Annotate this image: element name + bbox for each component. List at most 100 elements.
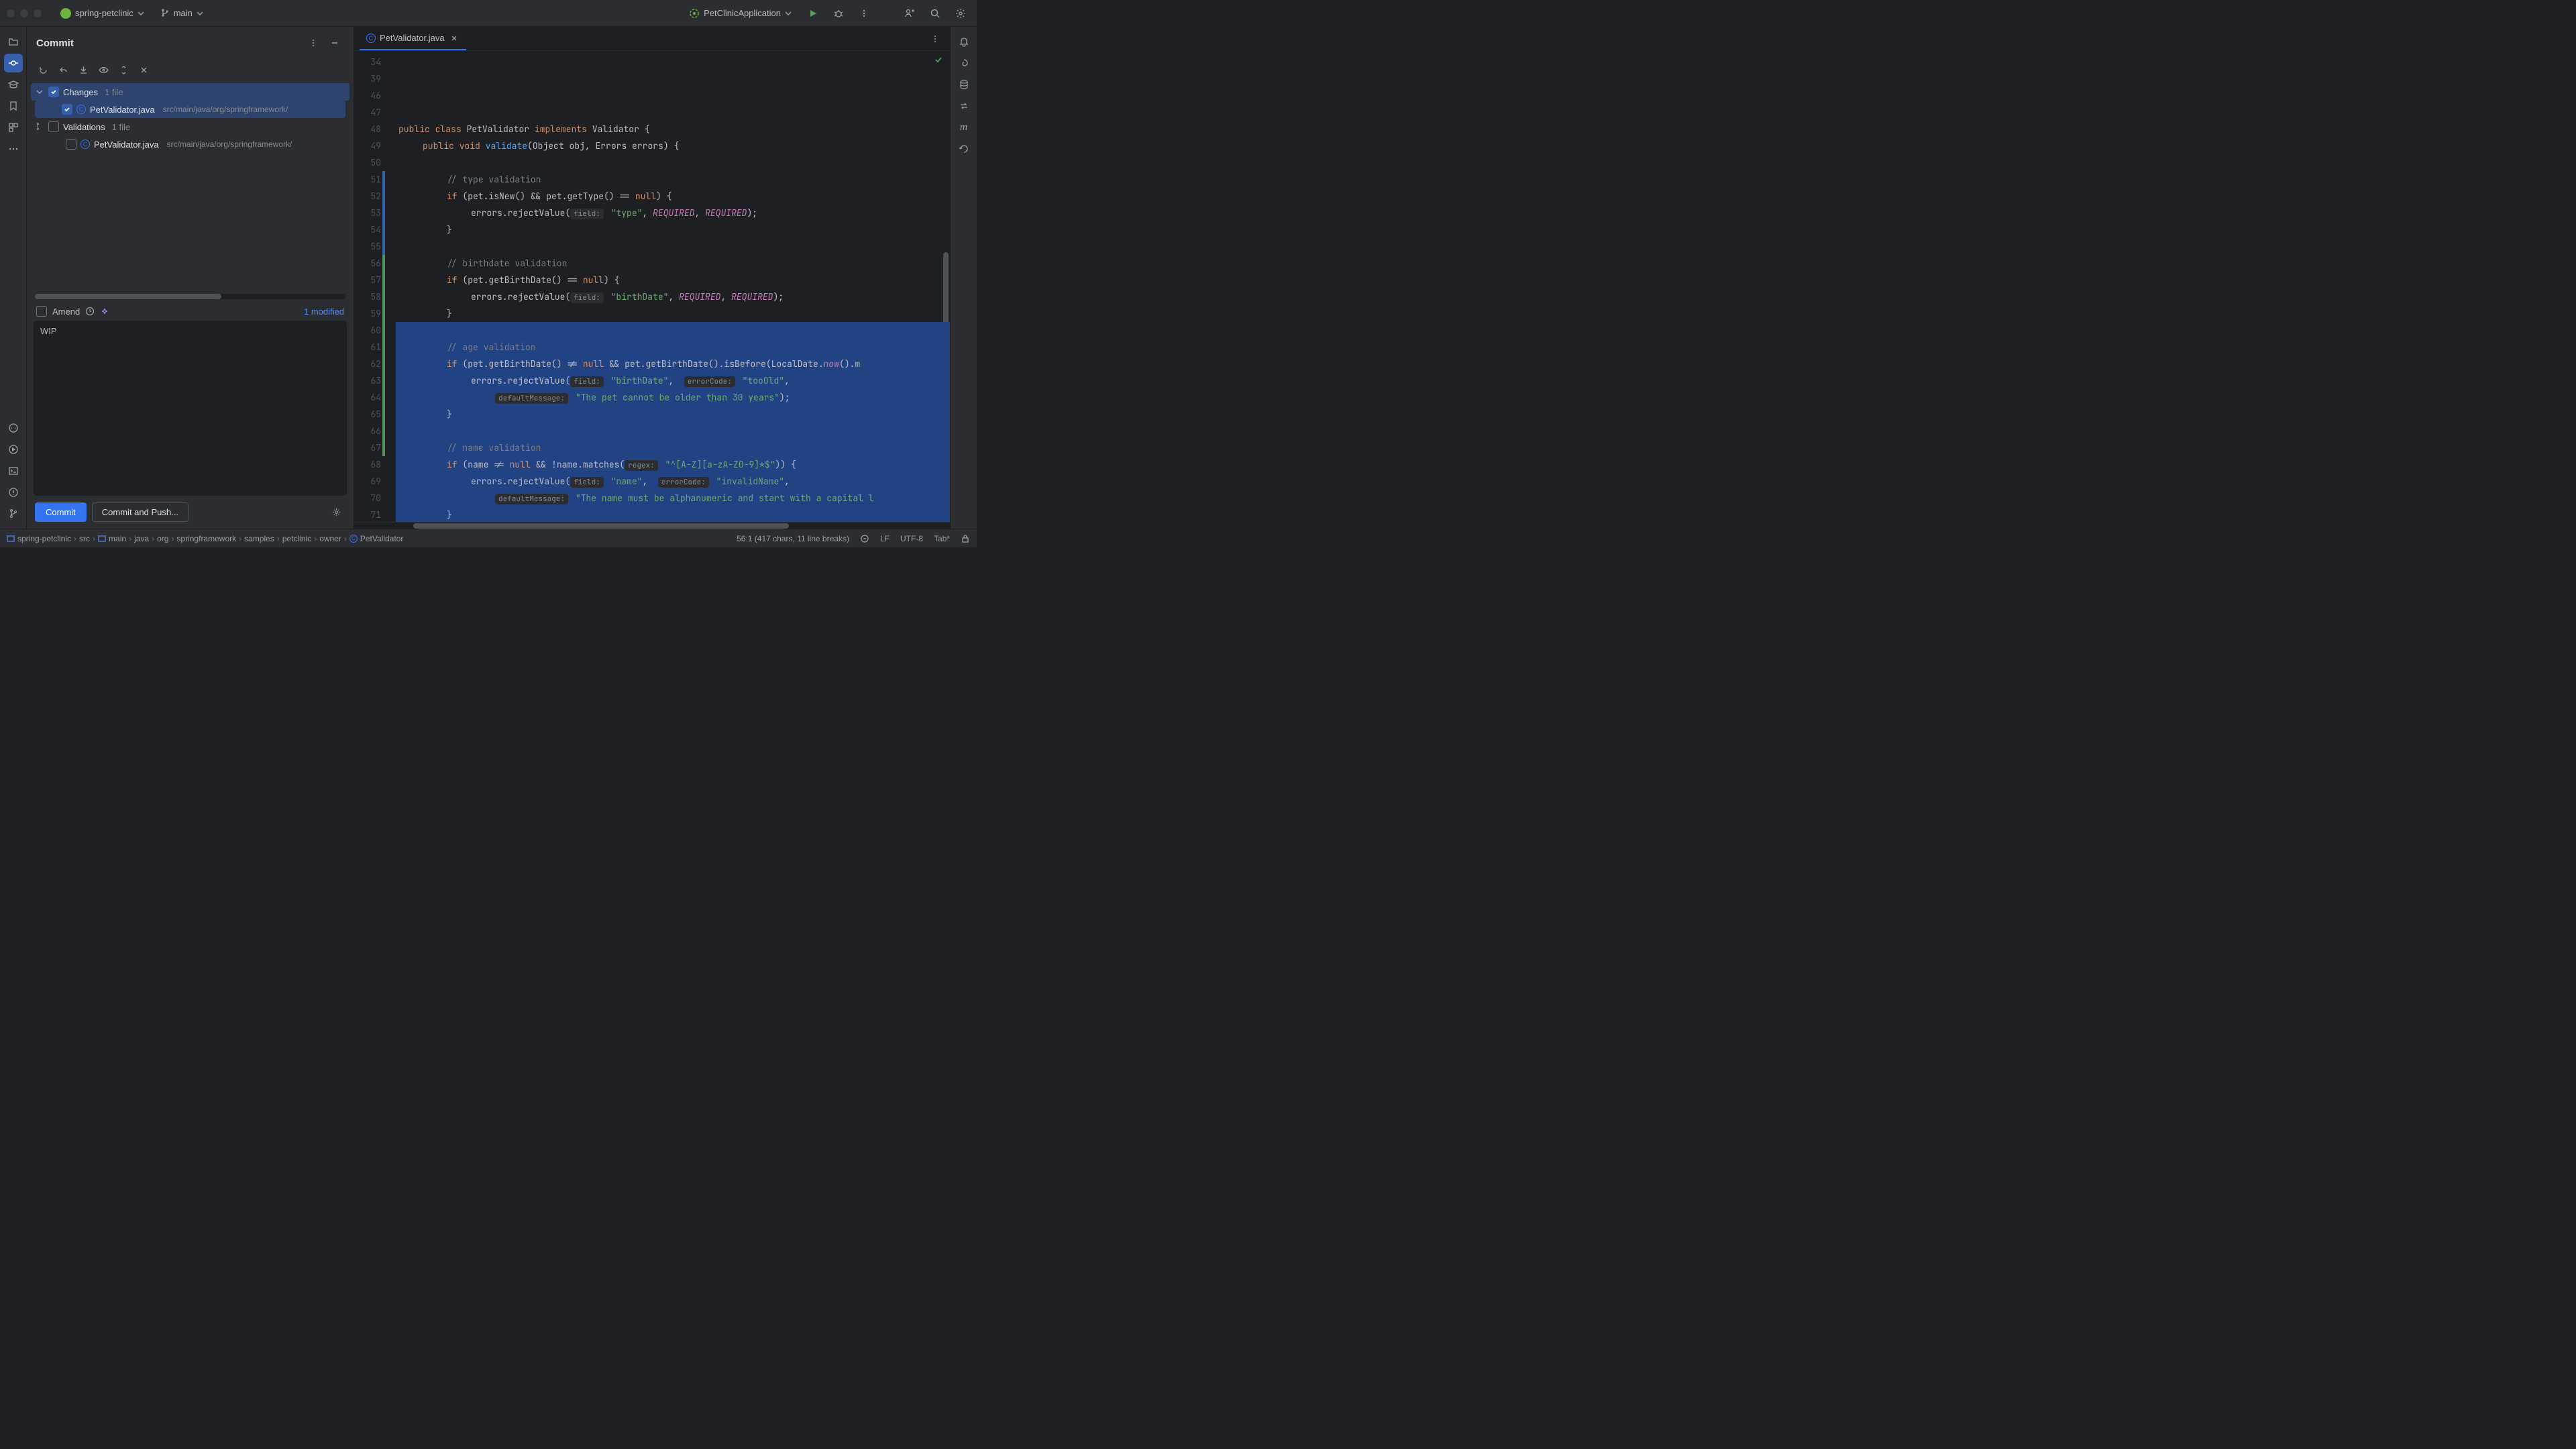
editor-horizontal-scrollbar[interactable] bbox=[354, 522, 950, 529]
file-encoding[interactable]: UTF-8 bbox=[900, 534, 923, 543]
zoom-window[interactable] bbox=[34, 9, 42, 17]
code-line[interactable]: } bbox=[396, 506, 950, 522]
database-button[interactable] bbox=[955, 75, 973, 94]
ai-suggest-icon[interactable] bbox=[100, 307, 109, 316]
commit-button[interactable]: Commit bbox=[35, 502, 87, 522]
learn-tool-button[interactable] bbox=[4, 75, 23, 94]
code-line[interactable] bbox=[396, 238, 950, 255]
commit-and-push-button[interactable]: Commit and Push... bbox=[92, 502, 189, 522]
editor-tab[interactable]: C PetValidator.java bbox=[360, 27, 466, 50]
validations-checkbox[interactable] bbox=[48, 121, 59, 132]
code-line[interactable]: public class PetValidator implements Val… bbox=[396, 121, 950, 138]
settings-button[interactable] bbox=[951, 4, 970, 23]
validations-node[interactable]: Validations 1 file bbox=[31, 118, 350, 136]
readonly-icon[interactable] bbox=[860, 534, 869, 543]
run-config-selector[interactable]: PetClinicApplication bbox=[684, 5, 797, 21]
breadcrumb-segment[interactable]: springframework bbox=[176, 534, 236, 543]
file-checkbox[interactable] bbox=[66, 139, 76, 150]
caret-position[interactable]: 56:1 (417 chars, 11 line breaks) bbox=[737, 534, 849, 543]
breadcrumb-segment[interactable]: java bbox=[134, 534, 149, 543]
ai-chat-button[interactable] bbox=[4, 419, 23, 437]
search-everywhere-button[interactable] bbox=[926, 4, 945, 23]
breadcrumb-segment[interactable]: org bbox=[157, 534, 168, 543]
changes-node[interactable]: Changes 1 file bbox=[31, 83, 350, 101]
bookmarks-tool-button[interactable] bbox=[4, 97, 23, 115]
close-tab-button[interactable] bbox=[449, 33, 460, 44]
ai-assistant-button[interactable] bbox=[955, 54, 973, 72]
expand-toggle[interactable] bbox=[35, 89, 44, 95]
debug-button[interactable] bbox=[829, 4, 848, 23]
more-tools-button[interactable] bbox=[4, 140, 23, 158]
commit-options-button[interactable] bbox=[304, 34, 323, 52]
code-line[interactable]: errors.rejectValue(field: "name", errorC… bbox=[396, 473, 950, 490]
changed-file-row[interactable]: C PetValidator.java src/main/java/org/sp… bbox=[35, 101, 345, 118]
code-line[interactable]: defaultMessage: "The name must be alphan… bbox=[396, 490, 950, 506]
code-line[interactable]: // type validation bbox=[396, 171, 950, 188]
breadcrumb-segment[interactable]: src bbox=[79, 534, 90, 543]
code-line[interactable]: errors.rejectValue(field: "type", REQUIR… bbox=[396, 205, 950, 221]
code-line[interactable]: public void validate(Object obj, Errors … bbox=[396, 138, 950, 154]
project-selector[interactable]: spring-petclinic bbox=[55, 5, 150, 21]
code-line[interactable]: defaultMessage: "The pet cannot be older… bbox=[396, 389, 950, 406]
line-separator[interactable]: LF bbox=[880, 534, 890, 543]
expand-toggle[interactable] bbox=[35, 123, 44, 131]
history-icon[interactable] bbox=[85, 307, 95, 316]
code-line[interactable] bbox=[396, 154, 950, 171]
lock-icon[interactable] bbox=[961, 534, 970, 543]
tree-scrollbar[interactable] bbox=[35, 294, 345, 299]
code-body[interactable]: public class PetValidator implements Val… bbox=[388, 51, 950, 522]
code-line[interactable]: // age validation bbox=[396, 339, 950, 356]
modified-link[interactable]: 1 modified bbox=[304, 307, 344, 317]
notifications-button[interactable] bbox=[955, 32, 973, 51]
code-line[interactable]: if (pet.isNew() && pet.getType() == null… bbox=[396, 188, 950, 205]
breadcrumb-segment[interactable]: petclinic bbox=[282, 534, 311, 543]
changelist-button[interactable] bbox=[115, 62, 131, 78]
scrollbar-thumb[interactable] bbox=[413, 523, 789, 529]
code-line[interactable]: } bbox=[396, 221, 950, 238]
breadcrumb-segment[interactable]: main bbox=[98, 534, 126, 543]
more-run-button[interactable] bbox=[855, 4, 873, 23]
structure-tool-button[interactable] bbox=[4, 118, 23, 137]
breadcrumb[interactable]: spring-petclinic›src›main›java›org›sprin… bbox=[7, 534, 403, 543]
commit-settings-button[interactable] bbox=[327, 503, 345, 522]
show-diff-button[interactable] bbox=[95, 62, 111, 78]
file-checkbox[interactable] bbox=[62, 104, 72, 115]
group-by-button[interactable] bbox=[136, 62, 152, 78]
dependencies-button[interactable] bbox=[955, 97, 973, 115]
code-line[interactable]: } bbox=[396, 406, 950, 423]
code-line[interactable]: // birthdate validation bbox=[396, 255, 950, 272]
project-tool-button[interactable] bbox=[4, 32, 23, 51]
code-line[interactable]: if (name != null && !name.matches(regex:… bbox=[396, 456, 950, 473]
editor-more-button[interactable] bbox=[926, 30, 945, 48]
services-tool-button[interactable] bbox=[4, 440, 23, 459]
code-editor[interactable]: 3439464748495051525354555657585960616263… bbox=[354, 51, 950, 522]
run-button[interactable] bbox=[804, 4, 822, 23]
breadcrumb-segment[interactable]: owner bbox=[319, 534, 341, 543]
code-line[interactable]: if (pet.getBirthDate() != null && pet.ge… bbox=[396, 356, 950, 372]
code-line[interactable]: errors.rejectValue(field: "birthDate", R… bbox=[396, 288, 950, 305]
code-line[interactable] bbox=[396, 423, 950, 439]
terminal-tool-button[interactable] bbox=[4, 462, 23, 480]
breadcrumb-segment[interactable]: samples bbox=[244, 534, 274, 543]
minimize-window[interactable] bbox=[20, 9, 28, 17]
maven-button[interactable]: m bbox=[955, 118, 973, 137]
close-window[interactable] bbox=[7, 9, 15, 17]
code-line[interactable] bbox=[396, 322, 950, 339]
amend-checkbox[interactable] bbox=[36, 306, 47, 317]
rollback-button[interactable] bbox=[55, 62, 71, 78]
minimize-panel-button[interactable] bbox=[325, 34, 344, 52]
code-line[interactable]: if (pet.getBirthDate() == null) { bbox=[396, 272, 950, 288]
commit-message-input[interactable]: WIP bbox=[34, 321, 347, 496]
scrollbar-thumb[interactable] bbox=[35, 294, 221, 299]
vcs-tool-button[interactable] bbox=[4, 504, 23, 523]
code-line[interactable]: // name validation bbox=[396, 439, 950, 456]
code-line[interactable]: } bbox=[396, 305, 950, 322]
breadcrumb-segment[interactable]: spring-petclinic bbox=[7, 534, 71, 543]
code-with-me-button[interactable] bbox=[900, 4, 919, 23]
problems-tool-button[interactable] bbox=[4, 483, 23, 502]
commit-tool-button[interactable] bbox=[4, 54, 23, 72]
changes-checkbox[interactable] bbox=[48, 87, 59, 97]
code-line[interactable]: errors.rejectValue(field: "birthDate", e… bbox=[396, 372, 950, 389]
coverage-button[interactable] bbox=[955, 140, 973, 158]
shelve-button[interactable] bbox=[75, 62, 91, 78]
